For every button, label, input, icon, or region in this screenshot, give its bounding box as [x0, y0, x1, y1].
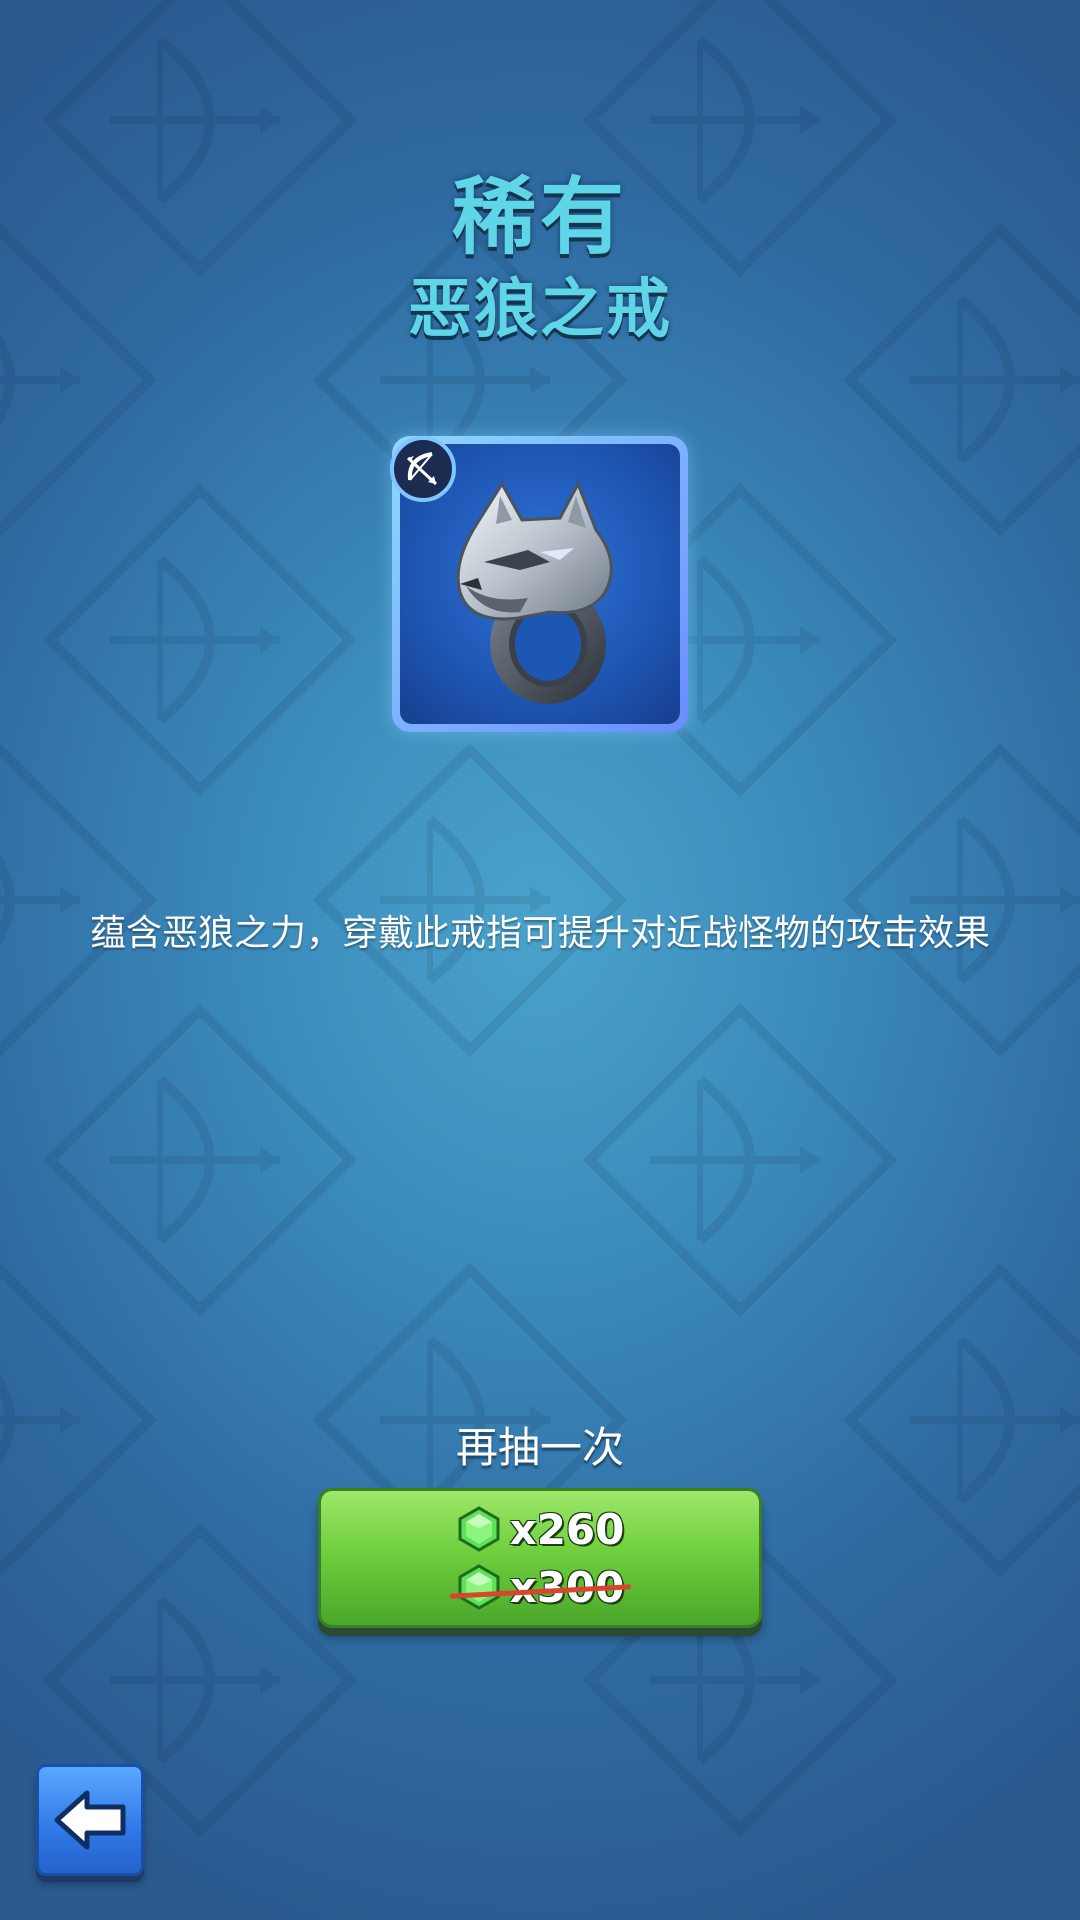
reroll-label: 再抽一次 — [455, 1423, 624, 1472]
rarity-title: 稀有 — [451, 168, 628, 266]
original-price-row: x300 — [321, 1559, 759, 1615]
item-description: 蕴含恶狼之力，穿戴此戒指可提升对近战怪物的攻击效果 — [89, 913, 990, 954]
back-button[interactable] — [36, 1764, 144, 1876]
current-price-row: x260 — [321, 1501, 759, 1557]
current-price: x260 — [509, 1504, 625, 1554]
bow-icon — [390, 436, 456, 502]
gem-icon — [458, 1506, 500, 1552]
original-price: x300 — [449, 1563, 631, 1612]
item-name: 恶狼之戒 — [408, 273, 672, 347]
reroll-button[interactable]: x260 x300 — [318, 1488, 762, 1628]
back-arrow-icon — [54, 1790, 126, 1850]
gem-icon — [458, 1564, 500, 1610]
